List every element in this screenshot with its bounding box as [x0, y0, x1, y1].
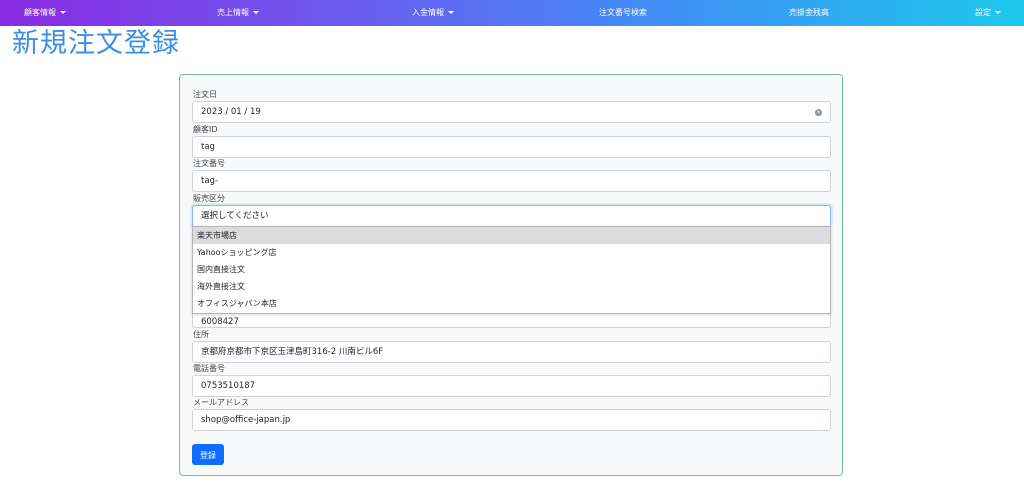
email-input[interactable]: shop@office-japan.jp [192, 409, 831, 431]
address-input[interactable]: 京都府京都市下京区玉津島町316-2 川南ビル6F [192, 341, 831, 363]
dropdown-option-yahoo[interactable]: Yahooショッピング店 [193, 244, 830, 261]
email-label: メールアドレス [193, 398, 249, 407]
nav-receivable[interactable]: 売掛金残高 [789, 0, 829, 26]
sales-type-select[interactable]: 選択してください [192, 205, 831, 227]
submit-button[interactable]: 登録 [192, 444, 224, 465]
nav-settings-dropdown[interactable]: 設定 [975, 0, 1001, 26]
top-navbar: 顧客情報 売上情報 入金情報 注文番号検索 売掛金残高 設定 [0, 0, 1024, 26]
nav-order-search[interactable]: 注文番号検索 [599, 0, 647, 26]
nav-payment-dropdown[interactable]: 入金情報 [412, 0, 454, 26]
caret-down-icon [60, 11, 66, 14]
order-date-label: 注文日 [193, 90, 217, 99]
sales-type-label: 販売区分 [193, 194, 225, 203]
nav-sales-dropdown[interactable]: 売上情報 [217, 0, 259, 26]
caret-down-icon [995, 11, 1001, 14]
dropdown-option-domestic[interactable]: 国内直接注文 [193, 261, 830, 278]
customer-id-input[interactable]: tag [192, 136, 831, 158]
phone-input[interactable]: 0753510187 [192, 375, 831, 397]
phone-label: 電話番号 [193, 364, 225, 373]
address-label: 住所 [193, 330, 209, 339]
caret-down-icon [448, 11, 454, 14]
clear-icon[interactable]: × [815, 109, 822, 116]
nav-customer-dropdown[interactable]: 顧客情報 [24, 0, 66, 26]
order-number-input[interactable]: tag- [192, 170, 831, 192]
caret-down-icon [253, 11, 259, 14]
dropdown-option-overseas[interactable]: 海外直接注文 [193, 278, 830, 295]
dropdown-option-rakuten[interactable]: 楽天市場店 [193, 227, 830, 244]
sales-type-dropdown: 楽天市場店 Yahooショッピング店 国内直接注文 海外直接注文 オフィスジャパ… [192, 226, 831, 314]
order-date-value: 2023 / 01 / 19 [201, 107, 261, 117]
order-form-card: 注文日 2023 / 01 / 19 × 顧客ID tag 注文番号 tag- … [179, 74, 843, 476]
page-title: 新規注文登録 [12, 28, 180, 59]
customer-id-label: 顧客ID [193, 125, 218, 134]
order-number-label: 注文番号 [193, 159, 225, 168]
order-date-input[interactable]: 2023 / 01 / 19 × [192, 101, 831, 123]
dropdown-option-office-japan[interactable]: オフィスジャパン本店 [193, 295, 830, 312]
